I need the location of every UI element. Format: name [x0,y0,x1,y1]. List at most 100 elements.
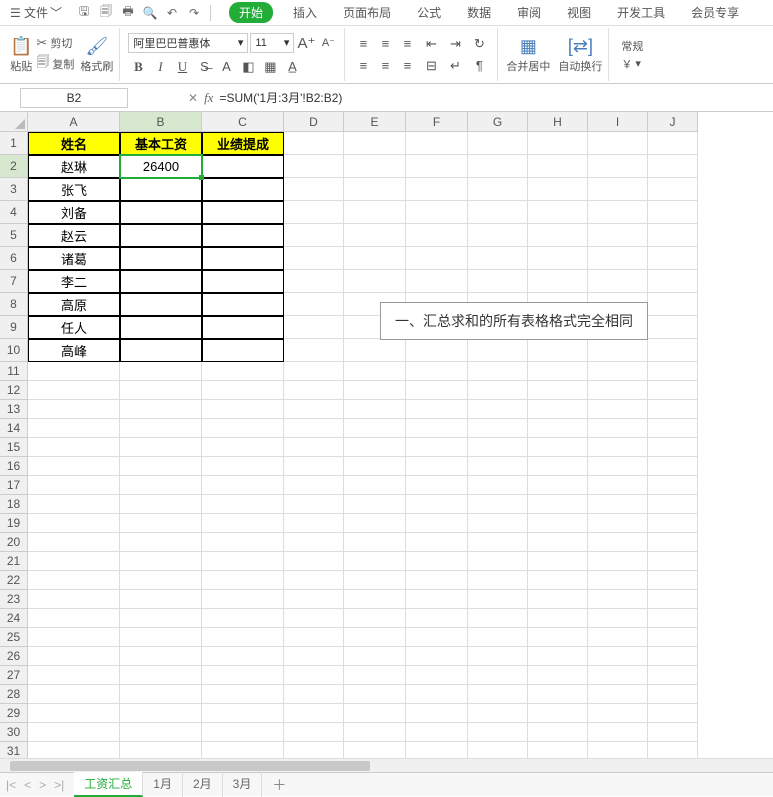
cell-A22[interactable] [28,571,120,590]
font-color-button[interactable]: A [216,57,236,77]
cell-I2[interactable] [588,155,648,178]
cell-J5[interactable] [648,224,698,247]
cell-H2[interactable] [528,155,588,178]
save-as-icon[interactable]: 🗐 [98,5,114,21]
cell-J24[interactable] [648,609,698,628]
cell-I25[interactable] [588,628,648,647]
cell-C29[interactable] [202,704,284,723]
cell-D11[interactable] [284,362,344,381]
cell-G20[interactable] [468,533,528,552]
last-sheet-button[interactable]: >| [54,778,64,792]
sheet-tab-0[interactable]: 工资汇总 [74,772,143,797]
cell-D1[interactable] [284,132,344,155]
row-header-3[interactable]: 3 [0,178,28,201]
row-header-10[interactable]: 10 [0,339,28,362]
cell-J29[interactable] [648,704,698,723]
row-header-26[interactable]: 26 [0,647,28,666]
row-header-23[interactable]: 23 [0,590,28,609]
cell-J1[interactable] [648,132,698,155]
row-header-30[interactable]: 30 [0,723,28,742]
ribbon-tab-1[interactable]: 插入 [287,2,323,23]
cell-H4[interactable] [528,201,588,224]
cell-H3[interactable] [528,178,588,201]
column-header-F[interactable]: F [406,112,468,132]
cell-C23[interactable] [202,590,284,609]
cell-D21[interactable] [284,552,344,571]
fx-icon[interactable]: fx [204,90,213,106]
cell-F15[interactable] [406,438,468,457]
cell-C3[interactable] [202,178,284,201]
cell-J14[interactable] [648,419,698,438]
cell-C13[interactable] [202,400,284,419]
cell-F23[interactable] [406,590,468,609]
cell-J23[interactable] [648,590,698,609]
cell-F6[interactable] [406,247,468,270]
column-header-E[interactable]: E [344,112,406,132]
cell-F14[interactable] [406,419,468,438]
cell-J15[interactable] [648,438,698,457]
cell-D3[interactable] [284,178,344,201]
cell-C30[interactable] [202,723,284,742]
cell-I15[interactable] [588,438,648,457]
cell-E12[interactable] [344,381,406,400]
cell-B20[interactable] [120,533,202,552]
cell-E21[interactable] [344,552,406,571]
cell-E24[interactable] [344,609,406,628]
cell-B29[interactable] [120,704,202,723]
cell-B10[interactable] [120,339,202,362]
cell-C18[interactable] [202,495,284,514]
align-left-button[interactable]: ≡ [353,56,373,76]
cell-A4[interactable]: 刘备 [28,201,120,224]
cell-B21[interactable] [120,552,202,571]
add-sheet-button[interactable]: ＋ [264,775,294,795]
cell-D28[interactable] [284,685,344,704]
wrap-button[interactable]: ↵ [445,56,465,76]
cell-E28[interactable] [344,685,406,704]
cell-E17[interactable] [344,476,406,495]
cell-C14[interactable] [202,419,284,438]
cell-A8[interactable]: 高原 [28,293,120,316]
cell-H10[interactable] [528,339,588,362]
cell-D9[interactable] [284,316,344,339]
cell-D29[interactable] [284,704,344,723]
cell-I7[interactable] [588,270,648,293]
row-header-2[interactable]: 2 [0,155,28,178]
cell-E25[interactable] [344,628,406,647]
cell-B4[interactable] [120,201,202,224]
cell-E2[interactable] [344,155,406,178]
cell-F12[interactable] [406,381,468,400]
cell-I1[interactable] [588,132,648,155]
cell-G19[interactable] [468,514,528,533]
cell-A26[interactable] [28,647,120,666]
row-header-5[interactable]: 5 [0,224,28,247]
cell-H23[interactable] [528,590,588,609]
cell-H27[interactable] [528,666,588,685]
cell-J20[interactable] [648,533,698,552]
cell-B14[interactable] [120,419,202,438]
cell-H18[interactable] [528,495,588,514]
cell-I26[interactable] [588,647,648,666]
cell-C28[interactable] [202,685,284,704]
align-right-button[interactable]: ≡ [397,56,417,76]
cell-I12[interactable] [588,381,648,400]
cell-D16[interactable] [284,457,344,476]
cell-D5[interactable] [284,224,344,247]
font-size-combo[interactable]: 11▾ [250,33,294,53]
cell-D27[interactable] [284,666,344,685]
cell-J6[interactable] [648,247,698,270]
cell-H21[interactable] [528,552,588,571]
cell-I6[interactable] [588,247,648,270]
row-header-28[interactable]: 28 [0,685,28,704]
cell-E14[interactable] [344,419,406,438]
cell-B5[interactable] [120,224,202,247]
cell-H13[interactable] [528,400,588,419]
cell-G16[interactable] [468,457,528,476]
row-header-22[interactable]: 22 [0,571,28,590]
cell-B13[interactable] [120,400,202,419]
cell-B19[interactable] [120,514,202,533]
print-icon[interactable]: 🖶 [120,5,136,21]
row-header-18[interactable]: 18 [0,495,28,514]
cell-C26[interactable] [202,647,284,666]
cell-F4[interactable] [406,201,468,224]
file-menu[interactable]: ☰ 文件 ﹀ [4,2,68,23]
